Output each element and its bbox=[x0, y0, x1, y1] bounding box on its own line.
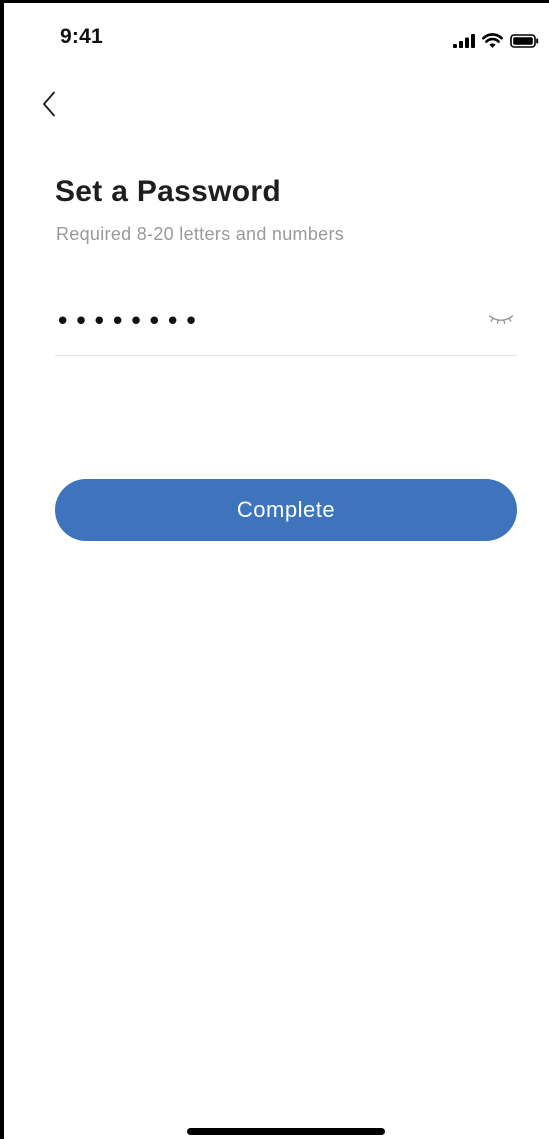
eye-closed-icon bbox=[488, 312, 514, 331]
phone-screen: 9:41 Set a Password Required 8-20 letter… bbox=[0, 0, 549, 1139]
page-title: Set a Password bbox=[55, 175, 281, 208]
password-visibility-toggle[interactable] bbox=[485, 309, 517, 333]
cellular-signal-icon bbox=[453, 33, 475, 48]
password-field bbox=[55, 299, 517, 356]
status-time: 9:41 bbox=[60, 25, 103, 48]
chevron-left-icon bbox=[42, 91, 56, 122]
password-input[interactable] bbox=[55, 299, 455, 345]
status-icons bbox=[453, 33, 539, 48]
battery-icon bbox=[510, 33, 539, 48]
home-indicator bbox=[187, 1128, 385, 1135]
back-button[interactable] bbox=[34, 89, 64, 123]
wifi-icon bbox=[482, 33, 503, 48]
status-bar: 9:41 bbox=[4, 3, 549, 63]
page-subtitle: Required 8-20 letters and numbers bbox=[56, 224, 345, 244]
complete-button[interactable]: Complete bbox=[55, 479, 517, 541]
